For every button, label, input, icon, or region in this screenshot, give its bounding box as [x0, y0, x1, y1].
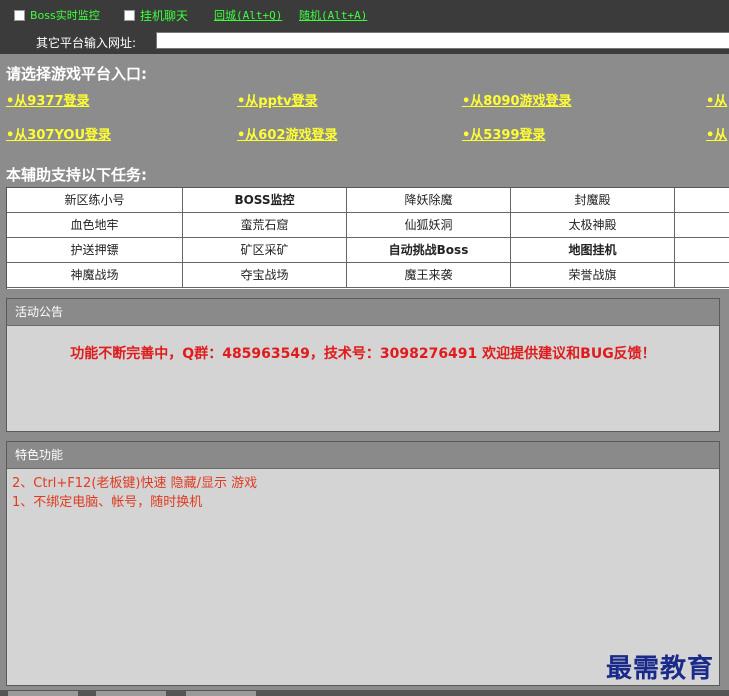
platform-link-more-2[interactable]: •从: [706, 124, 727, 143]
task-cell: 降妖除魔: [347, 188, 511, 213]
task-cell: BOSS监控: [183, 188, 347, 213]
platform-link-9377[interactable]: •从9377登录: [6, 90, 90, 109]
idle-chat-toggle[interactable]: 挂机聊天: [124, 7, 188, 23]
bottom-tab-strip: [0, 690, 729, 696]
task-cell: 夺宝战场: [183, 263, 347, 288]
return-city-link[interactable]: 回城(Alt+Q): [214, 7, 282, 23]
feature-line: 2、Ctrl+F12(老板键)快速 隐藏/显示 游戏: [12, 476, 258, 491]
idle-chat-checkbox[interactable]: [124, 9, 135, 21]
platform-section-title: 请选择游戏平台入口:: [6, 65, 147, 83]
task-cell: 地图挂机: [511, 238, 675, 263]
platform-link-8090[interactable]: •从8090游戏登录: [462, 90, 572, 109]
feature-line: 1、不绑定电脑、帐号，随时换机: [12, 495, 203, 510]
task-cell: 神魔战场: [7, 263, 183, 288]
idle-chat-label: 挂机聊天: [140, 8, 189, 23]
platform-link-307you[interactable]: •从307YOU登录: [6, 124, 111, 143]
task-cell: 矿区采矿: [183, 238, 347, 263]
tasks-table: 新区练小号 BOSS监控 降妖除魔 封魔殿 血色地牢 蛮荒石窟 仙狐妖洞 太极神…: [6, 187, 729, 289]
task-cell: [675, 188, 729, 213]
task-cell: 蛮荒石窟: [183, 213, 347, 238]
boss-monitor-toggle[interactable]: Boss实时监控: [14, 7, 100, 23]
boss-monitor-checkbox[interactable]: [14, 9, 25, 21]
announcement-header: 活动公告: [7, 299, 719, 326]
task-cell: 封魔殿: [511, 188, 675, 213]
task-cell: 护送押镖: [7, 238, 183, 263]
task-cell: 血色地牢: [7, 213, 183, 238]
task-cell: 太极神殿: [511, 213, 675, 238]
bottom-tab[interactable]: [186, 691, 256, 696]
platform-link-pptv[interactable]: •从pptv登录: [237, 90, 318, 109]
features-list: 2、Ctrl+F12(老板键)快速 隐藏/显示 游戏 1、不绑定电脑、帐号，随时…: [7, 469, 719, 512]
task-cell: [675, 213, 729, 238]
features-header: 特色功能: [7, 442, 719, 469]
platform-link-more-1[interactable]: •从: [706, 90, 727, 109]
url-bar: 其它平台输入网址:: [0, 30, 729, 54]
tasks-section-title: 本辅助支持以下任务:: [6, 166, 147, 184]
bottom-tab[interactable]: [96, 691, 166, 696]
top-toolbar: Boss实时监控 挂机聊天 回城(Alt+Q) 随机(Alt+A): [0, 0, 729, 30]
random-link[interactable]: 随机(Alt+A): [299, 7, 367, 23]
task-cell: [675, 263, 729, 288]
task-cell: 仙狐妖洞: [347, 213, 511, 238]
url-label: 其它平台输入网址:: [36, 36, 137, 50]
task-cell: 荣誉战旗: [511, 263, 675, 288]
bottom-tab[interactable]: [8, 691, 78, 696]
task-cell: [675, 238, 729, 263]
task-cell: 自动挑战Boss: [347, 238, 511, 263]
task-cell: 新区练小号: [7, 188, 183, 213]
platform-link-602[interactable]: •从602游戏登录: [237, 124, 337, 143]
return-city-text[interactable]: 回城(Alt+Q): [214, 7, 282, 23]
url-input[interactable]: [156, 32, 729, 49]
announcement-text: 功能不断完善中，Q群：485963549，技术号：3098276491 欢迎提供…: [70, 346, 656, 362]
announcement-panel: 活动公告 功能不断完善中，Q群：485963549，技术号：3098276491…: [6, 298, 720, 432]
boss-monitor-label: Boss实时监控: [30, 9, 100, 22]
watermark-text: 最需教育: [606, 654, 715, 684]
random-text[interactable]: 随机(Alt+A): [299, 7, 367, 23]
task-cell: 魔王来袭: [347, 263, 511, 288]
platform-link-5399[interactable]: •从5399登录: [462, 124, 546, 143]
